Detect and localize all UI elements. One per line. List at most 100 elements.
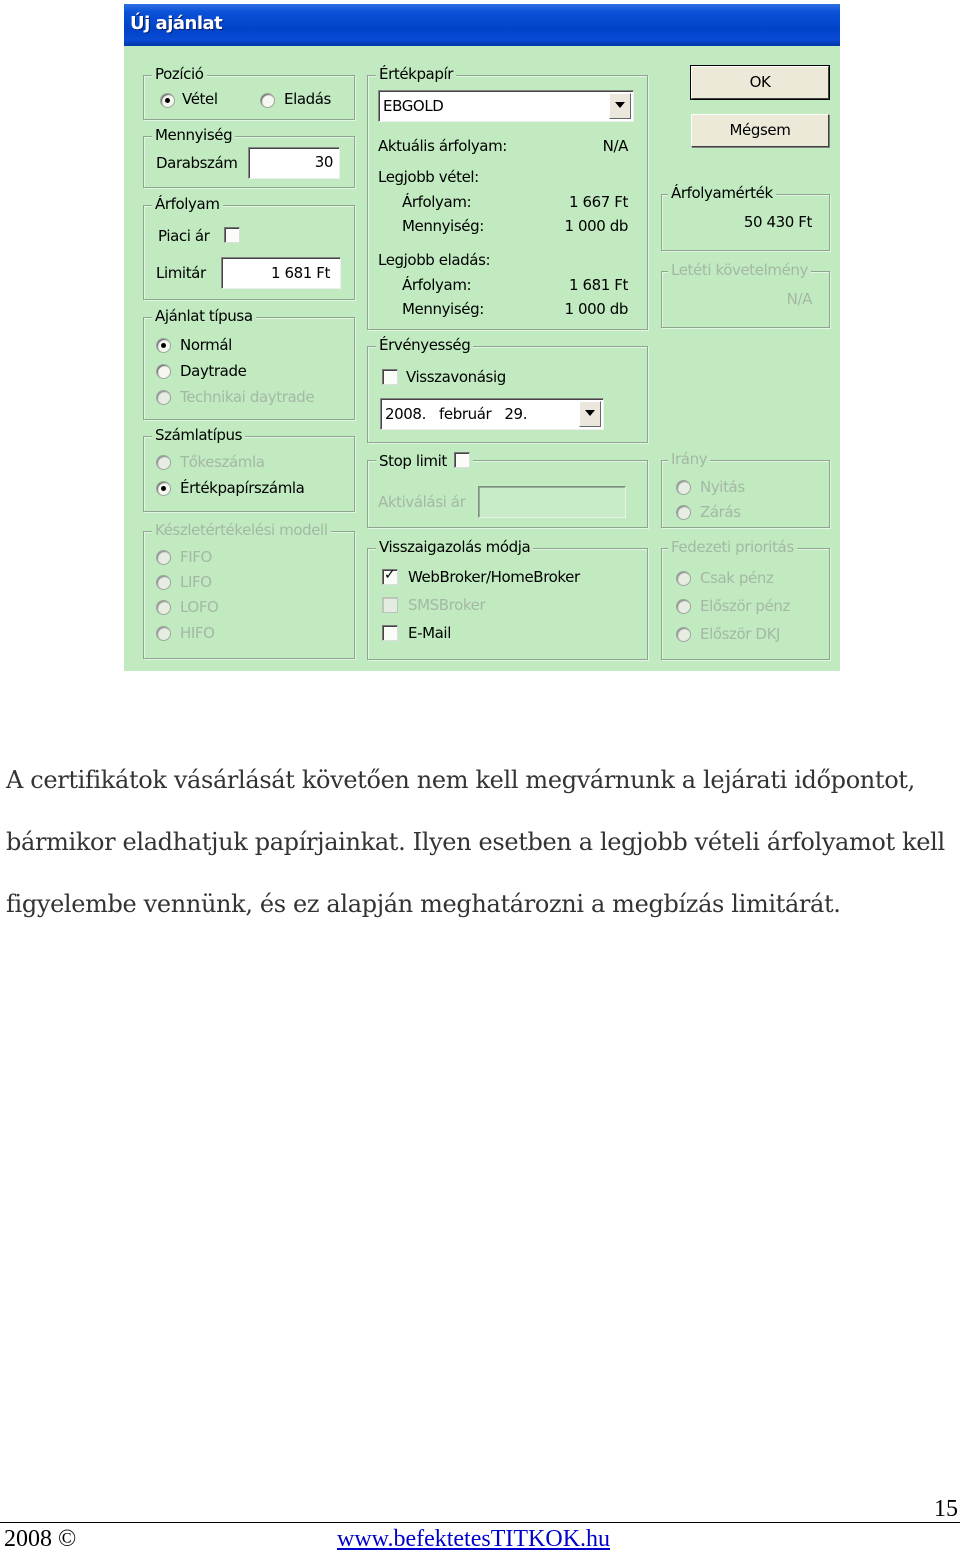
- radio-securities-account-label[interactable]: Értékpapírszámla: [180, 479, 305, 497]
- quantity-label: Darabszám: [156, 154, 238, 172]
- until-cancel-label[interactable]: Visszavonásig: [406, 368, 506, 386]
- radio-dkj-first: [676, 627, 691, 642]
- radio-open: [676, 480, 691, 495]
- radio-cash-first: [676, 599, 691, 614]
- radio-sell[interactable]: [260, 93, 275, 108]
- radio-cash-only: [676, 571, 691, 586]
- page-number: 15: [934, 1496, 958, 1522]
- best-bid-price-label: Árfolyam:: [402, 193, 472, 211]
- stop-limit-checkbox[interactable]: [454, 452, 471, 468]
- coverage-priority-group: Fedezeti prioritás Csak pénz Először pén…: [661, 538, 830, 660]
- market-price-label: Piaci ár: [158, 227, 210, 245]
- radio-lofo: [156, 600, 171, 615]
- best-ask-price-label: Árfolyam:: [402, 276, 472, 294]
- order-type-legend: Ajánlat típusa: [152, 307, 256, 325]
- footer-copyright: 2008 ©: [4, 1526, 77, 1552]
- radio-lifo: [156, 575, 171, 590]
- until-cancel-checkbox[interactable]: [382, 369, 398, 385]
- validity-date-picker[interactable]: 2008. február 29.: [380, 398, 604, 430]
- best-ask-qty-value: 1 000 db: [564, 300, 628, 318]
- account-type-group: Számlatípus Tőkeszámla Értékpapírszámla: [143, 426, 355, 512]
- webbroker-label[interactable]: WebBroker/HomeBroker: [408, 568, 580, 586]
- confirmation-group: Visszaigazolás módja ✓ WebBroker/HomeBro…: [367, 538, 648, 660]
- security-legend: Értékpapír: [376, 65, 457, 83]
- security-select[interactable]: EBGOLD: [378, 90, 634, 122]
- order-type-group: Ajánlat típusa Normál Daytrade Technikai…: [143, 307, 355, 420]
- limit-price-value: 1 681 Ft: [270, 264, 330, 282]
- smsbroker-checkbox: [382, 597, 398, 613]
- direction-group: Irány Nyitás Zárás: [661, 450, 830, 528]
- best-bid-qty-value: 1 000 db: [564, 217, 628, 235]
- dialog-title: Új ajánlat: [130, 13, 223, 34]
- direction-legend: Irány: [668, 450, 711, 468]
- account-type-legend: Számlatípus: [152, 426, 246, 444]
- activation-price-label: Aktiválási ár: [378, 493, 466, 511]
- price-value-legend: Árfolyamérték: [668, 184, 776, 202]
- radio-securities-account[interactable]: [156, 481, 171, 496]
- best-bid-qty-label: Mennyiség:: [402, 217, 484, 235]
- stop-limit-label[interactable]: Stop limit: [379, 452, 447, 470]
- ok-button[interactable]: OK: [690, 65, 830, 100]
- stop-limit-legend: Stop limit: [376, 450, 474, 470]
- quantity-group: Mennyiség Darabszám 30: [143, 126, 355, 188]
- validity-legend: Érvényesség: [376, 336, 474, 354]
- radio-fifo: [156, 550, 171, 565]
- coverage-priority-legend: Fedezeti prioritás: [668, 538, 797, 556]
- best-ask-label: Legjobb eladás:: [378, 251, 491, 269]
- radio-lifo-label: LIFO: [180, 573, 212, 591]
- limit-price-label: Limitár: [156, 264, 206, 282]
- footer-website-link[interactable]: www.befektetesTITKOK.hu: [337, 1526, 610, 1552]
- security-group: Értékpapír EBGOLD Aktuális árfolyam: N/A…: [367, 65, 648, 330]
- footer-divider: [0, 1522, 960, 1523]
- radio-buy-label[interactable]: Vétel: [182, 90, 218, 108]
- chevron-down-icon[interactable]: [609, 93, 631, 119]
- radio-technical-daytrade: [156, 390, 171, 405]
- new-order-dialog: Új ajánlat Pozíció Vétel Eladás Mennyisé…: [124, 4, 840, 671]
- radio-cash-first-label: Először pénz: [700, 597, 790, 615]
- best-ask-qty-label: Mennyiség:: [402, 300, 484, 318]
- radio-buy[interactable]: [160, 93, 175, 108]
- paragraph-line-1: A certifikátok vásárlását követően nem k…: [6, 766, 915, 794]
- current-price-label: Aktuális árfolyam:: [378, 137, 507, 155]
- email-label[interactable]: E-Mail: [408, 624, 451, 642]
- radio-capital-account: [156, 455, 171, 470]
- best-bid-label: Legjobb vétel:: [378, 168, 479, 186]
- radio-open-label: Nyitás: [700, 478, 745, 496]
- checkmark-icon: ✓: [384, 567, 396, 583]
- radio-lofo-label: LOFO: [180, 598, 219, 616]
- validity-date-value: 2008. február 29.: [385, 405, 528, 423]
- radio-daytrade[interactable]: [156, 364, 171, 379]
- footer-link-wrap: www.befektetesTITKOK.hu: [337, 1526, 610, 1553]
- radio-hifo: [156, 626, 171, 641]
- market-price-checkbox[interactable]: [224, 227, 240, 243]
- radio-close-label: Zárás: [700, 503, 741, 521]
- limit-price-input[interactable]: 1 681 Ft: [221, 257, 341, 289]
- stop-limit-group: Stop limit Aktiválási ár: [367, 450, 648, 528]
- price-legend: Árfolyam: [152, 195, 223, 213]
- paragraph-line-3: figyelembe vennünk, és ez alapján meghat…: [6, 890, 841, 918]
- security-select-value: EBGOLD: [383, 97, 444, 115]
- radio-normal-label[interactable]: Normál: [180, 336, 232, 354]
- smsbroker-label: SMSBroker: [408, 596, 486, 614]
- margin-requirement-value: N/A: [786, 290, 813, 308]
- price-value-group: Árfolyamérték 50 430 Ft: [661, 184, 830, 251]
- webbroker-checkbox[interactable]: ✓: [382, 567, 398, 585]
- radio-normal[interactable]: [156, 338, 171, 353]
- radio-sell-label[interactable]: Eladás: [284, 90, 331, 108]
- chevron-down-icon[interactable]: [579, 401, 601, 427]
- radio-close: [676, 505, 691, 520]
- confirmation-legend: Visszaigazolás módja: [376, 538, 534, 556]
- quantity-legend: Mennyiség: [152, 126, 236, 144]
- inventory-model-legend: Készletértékelési modell: [152, 521, 331, 539]
- dialog-titlebar[interactable]: Új ajánlat: [124, 4, 840, 46]
- validity-group: Érvényesség Visszavonásig 2008. február …: [367, 336, 648, 443]
- quantity-input[interactable]: 30: [248, 147, 340, 179]
- best-ask-price-value: 1 681 Ft: [568, 276, 628, 294]
- cancel-button[interactable]: Mégsem: [691, 114, 829, 147]
- radio-capital-account-label: Tőkeszámla: [180, 453, 265, 471]
- email-checkbox[interactable]: [382, 625, 398, 641]
- position-group: Pozíció Vétel Eladás: [143, 65, 355, 120]
- inventory-model-group: Készletértékelési modell FIFO LIFO LOFO …: [143, 521, 355, 659]
- radio-technical-daytrade-label: Technikai daytrade: [180, 388, 315, 406]
- radio-daytrade-label[interactable]: Daytrade: [180, 362, 247, 380]
